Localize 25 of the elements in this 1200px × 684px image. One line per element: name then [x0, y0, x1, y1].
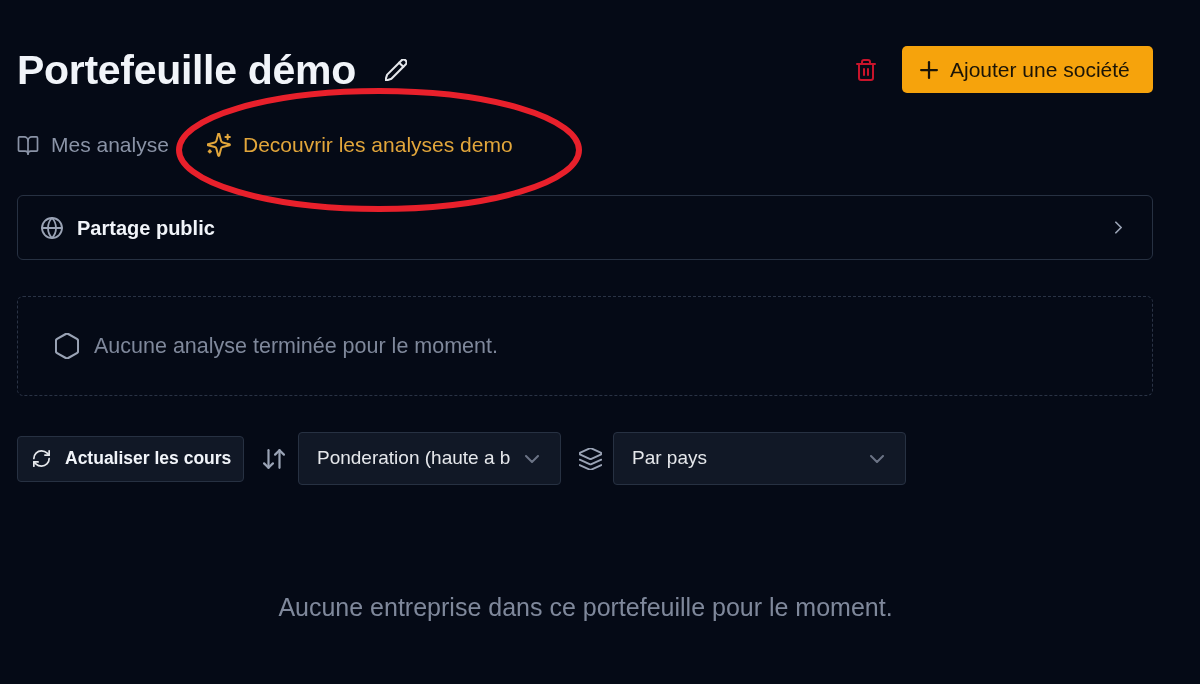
- hexagon-icon: [55, 333, 79, 359]
- book-icon: [17, 135, 39, 155]
- layers-icon: [579, 447, 602, 470]
- sort-arrows-icon: [263, 448, 285, 469]
- chevron-right-icon: [1115, 221, 1122, 234]
- tab[interactable]: Mes analyse: [17, 133, 207, 157]
- page-title: Portefeuille démo: [17, 45, 356, 94]
- empty-analyses-text: Aucune analyse terminée pour le moment.: [94, 332, 498, 360]
- empty-portfolio-message: Aucune entreprise dans ce portefeuille pour le moment.: [278, 592, 893, 623]
- pencil-icon: [384, 58, 407, 81]
- sparkles-icon: [207, 133, 231, 157]
- panel-title: Partage public: [77, 215, 215, 241]
- edit-button[interactable]: [383, 57, 408, 82]
- chevron-down-icon: [525, 454, 539, 463]
- plus-icon: [920, 60, 938, 79]
- trash-icon: [856, 58, 876, 81]
- group-select[interactable]: Par pays: [613, 432, 906, 485]
- chevron-down-icon: [870, 454, 884, 463]
- sort-select[interactable]: Ponderation (haute a b: [298, 432, 561, 485]
- refresh-prices-button[interactable]: Actualiser les cours: [17, 435, 244, 482]
- public-share-panel[interactable]: Partage public: [17, 195, 1153, 260]
- refresh-icon: [33, 450, 50, 467]
- globe-icon: [41, 216, 63, 239]
- tab[interactable]: Decouvrir les analyses demo: [207, 133, 547, 157]
- add-company-button[interactable]: Ajouter une société: [902, 46, 1153, 93]
